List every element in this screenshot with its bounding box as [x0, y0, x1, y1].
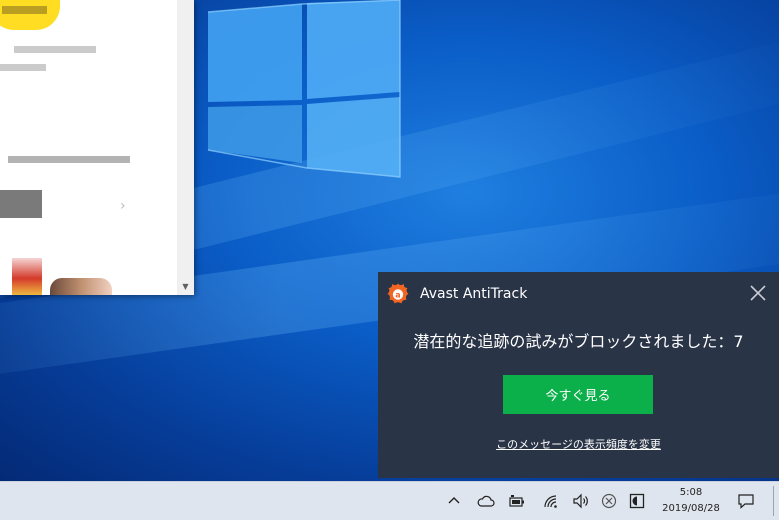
battery-icon[interactable] [504, 482, 530, 520]
antitrack-tray-icon[interactable] [624, 482, 650, 520]
show-desktop-button[interactable] [773, 486, 774, 516]
clock-time: 5:08 [679, 487, 703, 498]
action-center-icon[interactable] [732, 482, 760, 520]
blocked-icon[interactable] [596, 482, 622, 520]
blurred-page-content: › [0, 0, 177, 295]
wifi-icon[interactable] [538, 482, 564, 520]
taskbar: 5:08 2019/08/28 [0, 481, 779, 520]
view-now-button[interactable]: 今すぐ見る [503, 375, 653, 414]
clock-date: 2019/08/28 [662, 503, 720, 514]
blurred-image [12, 258, 42, 295]
avast-notification: a Avast AntiTrack 潜在的な追跡の試みがブロックされました：7 … [378, 272, 779, 478]
chevron-up-icon[interactable] [441, 482, 467, 520]
close-icon[interactable] [749, 284, 767, 302]
scroll-down-arrow-icon[interactable]: ▼ [177, 278, 194, 295]
chevron-right-icon: › [120, 198, 126, 214]
blurred-image [0, 190, 42, 218]
system-clock[interactable]: 5:08 2019/08/28 [660, 484, 722, 518]
notification-header: a Avast AntiTrack [386, 282, 527, 306]
change-frequency-link[interactable]: このメッセージの表示頻度を変更 [378, 436, 779, 452]
svg-text:a: a [395, 291, 400, 300]
volume-icon[interactable] [568, 482, 594, 520]
avast-logo-icon: a [387, 283, 409, 304]
onedrive-cloud-icon[interactable] [473, 482, 499, 520]
blurred-banner [0, 0, 60, 30]
blurred-text [8, 156, 130, 163]
vertical-scrollbar[interactable]: ▼ [177, 0, 194, 295]
notification-message: 潜在的な追跡の試みがブロックされました：7 [413, 332, 744, 351]
blurred-text [0, 64, 46, 71]
blurred-image [50, 278, 112, 295]
blurred-text [14, 46, 96, 53]
browser-window[interactable]: › ▼ [0, 0, 194, 295]
notification-app-name: Avast AntiTrack [420, 286, 528, 302]
